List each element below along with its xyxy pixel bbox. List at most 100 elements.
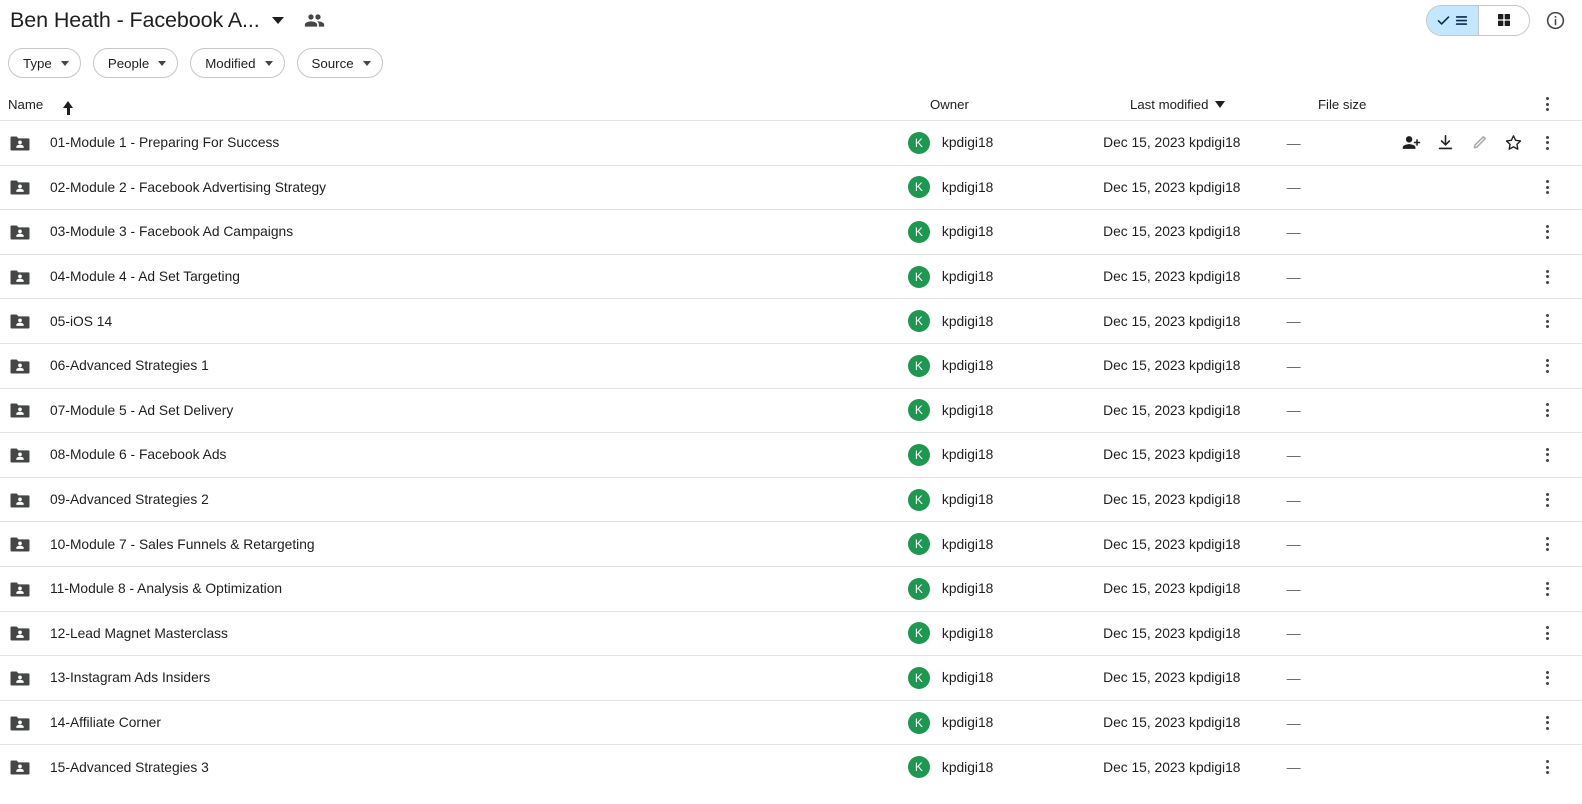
row-name-cell: 15-Advanced Strategies 3 [8, 755, 908, 779]
row-file-size-label: — [1286, 446, 1301, 463]
row-owner-cell: K kpdigi18 [907, 533, 1103, 556]
table-row[interactable]: 01-Module 1 - Preparing For Success K kp… [0, 120, 1582, 165]
row-owner-cell: K kpdigi18 [907, 756, 1103, 779]
avatar: K [907, 265, 930, 288]
row-file-size-cell: — [1287, 179, 1394, 195]
download-button[interactable] [1428, 126, 1462, 160]
row-owner-cell: K kpdigi18 [907, 711, 1103, 734]
table-row[interactable]: 11-Module 8 - Analysis & Optimization K … [0, 565, 1582, 611]
row-more-options-button[interactable] [1530, 616, 1564, 650]
row-more-options-button[interactable] [1530, 170, 1564, 204]
row-file-size-cell: — [1287, 625, 1394, 641]
row-last-modified-cell: Dec 15, 2023 kpdigi18 [1103, 358, 1287, 373]
table-row[interactable]: 04-Module 4 - Ad Set Targeting K kpdigi1… [0, 253, 1582, 299]
info-button[interactable] [1538, 3, 1572, 37]
row-more-options-button[interactable] [1530, 438, 1564, 472]
row-actions-cell [1394, 527, 1582, 561]
column-header-owner[interactable]: Owner [930, 97, 1130, 112]
table-row[interactable]: 09-Advanced Strategies 2 K kpdigi18 Dec … [0, 476, 1582, 522]
shared-folder-icon [10, 225, 30, 240]
shared-folder-icon [10, 582, 30, 597]
table-row[interactable]: 08-Module 6 - Facebook Ads K kpdigi18 De… [0, 432, 1582, 477]
filter-chip-source[interactable]: Source [296, 48, 383, 78]
table-row[interactable]: 15-Advanced Strategies 3 K kpdigi18 Dec … [0, 744, 1582, 789]
avatar: K [907, 666, 930, 689]
filter-chip-type[interactable]: Type [8, 48, 81, 78]
table-row[interactable]: 14-Affiliate Corner K kpdigi18 Dec 15, 2… [0, 699, 1582, 745]
shared-folder-icon [10, 136, 30, 151]
table-row[interactable]: 07-Module 5 - Ad Set Delivery K kpdigi18… [0, 387, 1582, 433]
row-last-modified-cell: Dec 15, 2023 kpdigi18 [1103, 135, 1287, 150]
avatar: K [907, 176, 930, 199]
row-more-options-button[interactable] [1530, 393, 1564, 427]
column-header-last-modified[interactable]: Last modified [1130, 97, 1318, 112]
avatar: K [907, 711, 930, 734]
filter-chip-modified[interactable]: Modified [190, 48, 285, 78]
row-hover-actions [1394, 126, 1530, 160]
table-row[interactable]: 06-Advanced Strategies 1 K kpdigi18 Dec … [0, 342, 1582, 388]
row-name-cell: 05-iOS 14 [8, 309, 908, 333]
row-name-cell: 11-Module 8 - Analysis & Optimization [8, 577, 908, 601]
row-file-size-label: — [1286, 134, 1301, 151]
row-actions-cell [1394, 616, 1582, 650]
row-more-options-button[interactable] [1530, 572, 1564, 606]
list-view-button[interactable] [1427, 5, 1478, 35]
column-header-file-size[interactable]: File size [1318, 97, 1428, 112]
row-more-options-button[interactable] [1530, 126, 1564, 160]
table-row[interactable]: 12-Lead Magnet Masterclass K kpdigi18 De… [0, 610, 1582, 656]
table-row[interactable]: 05-iOS 14 K kpdigi18 Dec 15, 2023 kpdigi… [0, 298, 1582, 343]
row-owner-cell: K kpdigi18 [907, 666, 1103, 689]
filter-chip-bar: Type People Modified Source [0, 40, 1582, 88]
row-owner-cell: K kpdigi18 [907, 399, 1103, 422]
row-file-size-label: — [1286, 714, 1301, 731]
filter-chip-people[interactable]: People [92, 48, 179, 78]
row-more-options-button[interactable] [1530, 527, 1564, 561]
check-icon [1437, 15, 1450, 25]
row-last-modified-label: Dec 15, 2023 kpdigi18 [1103, 715, 1241, 731]
header-actions [1426, 3, 1572, 37]
row-name-label: 09-Advanced Strategies 2 [50, 492, 209, 508]
people-shared-icon[interactable] [304, 10, 325, 31]
row-more-options-button[interactable] [1530, 661, 1564, 695]
row-more-options-button[interactable] [1530, 483, 1564, 517]
row-name-label: 05-iOS 14 [50, 313, 113, 329]
download-icon [1438, 135, 1452, 150]
table-row[interactable]: 02-Module 2 - Facebook Advertising Strat… [0, 164, 1582, 210]
table-row[interactable]: 03-Module 3 - Facebook Ad Campaigns K kp… [0, 209, 1582, 254]
avatar: K [907, 577, 930, 600]
view-toggle [1426, 4, 1530, 36]
more-options-icon[interactable] [1530, 87, 1564, 121]
star-button[interactable] [1496, 126, 1530, 160]
row-actions-cell [1394, 304, 1582, 338]
row-last-modified-cell: Dec 15, 2023 kpdigi18 [1103, 269, 1287, 284]
share-button[interactable] [1394, 126, 1428, 160]
row-more-options-button[interactable] [1530, 349, 1564, 383]
row-file-size-label: — [1286, 357, 1301, 374]
row-file-size-cell: — [1287, 492, 1394, 508]
row-more-options-button[interactable] [1530, 260, 1564, 294]
shared-folder-icon [10, 448, 30, 463]
row-file-size-cell: — [1287, 670, 1394, 686]
shared-folder-icon [10, 180, 30, 195]
row-last-modified-label: Dec 15, 2023 kpdigi18 [1103, 224, 1241, 240]
row-name-label: 01-Module 1 - Preparing For Success [50, 135, 280, 151]
row-owner-label: kpdigi18 [941, 179, 994, 195]
row-owner-label: kpdigi18 [941, 581, 994, 597]
row-owner-cell: K kpdigi18 [907, 310, 1103, 333]
avatar: K [907, 131, 930, 154]
row-more-options-button[interactable] [1530, 750, 1564, 784]
row-owner-label: kpdigi18 [941, 492, 994, 508]
column-header-name[interactable]: Name [8, 97, 930, 115]
row-file-size-cell: — [1287, 358, 1394, 374]
table-row[interactable]: 10-Module 7 - Sales Funnels & Retargetin… [0, 521, 1582, 566]
row-owner-cell: K kpdigi18 [907, 220, 1103, 243]
row-more-options-button[interactable] [1530, 304, 1564, 338]
chevron-down-icon[interactable] [271, 16, 284, 24]
shared-folder-icon [10, 314, 30, 329]
row-file-size-label: — [1286, 491, 1301, 508]
row-more-options-button[interactable] [1530, 215, 1564, 249]
grid-view-button[interactable] [1478, 5, 1529, 35]
table-row[interactable]: 13-Instagram Ads Insiders K kpdigi18 Dec… [0, 655, 1582, 700]
row-owner-cell: K kpdigi18 [907, 265, 1103, 288]
row-more-options-button[interactable] [1530, 706, 1564, 740]
